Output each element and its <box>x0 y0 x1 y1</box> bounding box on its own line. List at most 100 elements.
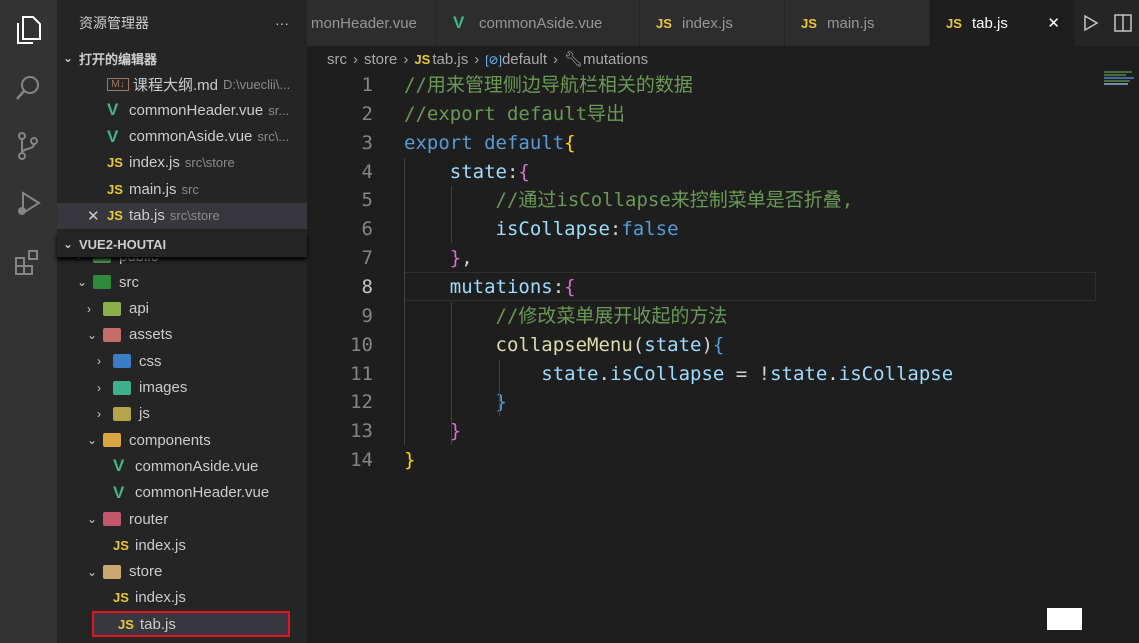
chevron-right-icon: › <box>403 50 409 68</box>
folder-item[interactable]: ⌄ src <box>57 269 307 295</box>
code-line: collapseMenu(state){ <box>404 331 725 360</box>
file-item[interactable]: JS index.js <box>57 532 307 558</box>
open-editor-item[interactable]: VcommonAside.vue src\... <box>57 124 307 150</box>
code-token: collapseMenu <box>495 333 633 356</box>
file-item[interactable]: VcommonHeader.vue <box>57 480 307 506</box>
folder-icon <box>103 512 121 526</box>
code-token: { <box>712 333 725 356</box>
more-actions-button[interactable]: ··· <box>275 15 289 31</box>
run-debug-icon[interactable] <box>10 186 46 222</box>
folder-item[interactable]: ⌄ assets <box>57 322 307 348</box>
file-name: index.js <box>135 536 186 554</box>
code-line: mutations:{ <box>404 273 576 302</box>
file-name: src <box>119 273 139 291</box>
tab-label: monHeader.vue <box>311 14 417 32</box>
line-number: 7 <box>361 247 373 270</box>
code-token: , <box>461 247 473 270</box>
js-icon: JS <box>107 208 123 223</box>
file-item[interactable]: JS index.js <box>57 585 307 611</box>
code-token: state <box>644 333 702 356</box>
breadcrumb-item[interactable]: 🔧︎mutations <box>564 50 648 68</box>
breadcrumb-item[interactable]: JS tab.js <box>414 51 468 68</box>
run-icon[interactable] <box>1083 14 1099 32</box>
js-icon: JS <box>113 590 129 606</box>
chevron-right-icon: › <box>353 50 358 68</box>
minimap[interactable] <box>1104 70 1136 95</box>
chevron-down-icon: ⌄ <box>63 237 74 251</box>
code-token: { <box>518 160 530 183</box>
code-line: export default{ <box>404 129 576 158</box>
line-number: 12 <box>350 391 373 414</box>
folder-item[interactable]: ⌄ router <box>57 506 307 532</box>
folder-item[interactable]: ⌄ components <box>57 427 307 453</box>
breadcrumb-item[interactable]: src <box>327 51 347 68</box>
tab-label: index.js <box>682 14 733 32</box>
file-path: D:\vueclii\... <box>223 76 291 92</box>
source-control-icon[interactable] <box>10 128 46 164</box>
code-token: : <box>609 218 622 241</box>
open-editor-item[interactable]: ✕ JS tab.js src\store <box>57 202 307 229</box>
js-icon: JS <box>107 155 123 171</box>
folder-icon <box>113 380 131 395</box>
open-editor-item[interactable]: JS index.js src\store <box>57 150 307 176</box>
file-name: assets <box>129 326 173 344</box>
code-token: = ! <box>724 362 771 385</box>
tab-main-js[interactable]: JS main.js <box>785 0 930 46</box>
breadcrumb: src › store › JS tab.js › [⊘]default › 🔧︎mutation… <box>327 48 648 70</box>
open-editor-item[interactable]: M↓ 课程大纲.md D:\vueclii\... <box>57 71 307 97</box>
explorer-icon[interactable] <box>10 12 46 48</box>
vue-icon: V <box>113 482 125 502</box>
line-number: 2 <box>361 102 373 125</box>
code-line: state:{ <box>404 158 530 187</box>
close-icon[interactable]: ✕ <box>87 207 100 225</box>
line-number: 14 <box>350 449 373 472</box>
code-line: isCollapse:false <box>404 215 679 244</box>
chevron-down-icon: ⌄ <box>87 564 98 579</box>
chevron-right-icon: › <box>97 406 101 421</box>
folder-icon <box>93 275 111 290</box>
open-editors-header[interactable]: ⌄ 打开的编辑器 <box>57 45 307 71</box>
folder-item[interactable]: › public <box>57 257 307 269</box>
folder-item[interactable]: › images <box>57 375 307 401</box>
close-tab-icon[interactable]: ✕ <box>1047 14 1060 32</box>
line-number: 5 <box>361 189 373 212</box>
folder-item[interactable]: ⌄ store <box>57 559 307 585</box>
code-token: //修改菜单展开收起的方法 <box>495 304 728 327</box>
folder-item[interactable]: › api <box>57 296 307 322</box>
file-name: main.js <box>129 180 177 198</box>
tab-monHeader-vue[interactable]: monHeader.vue <box>307 0 437 46</box>
extensions-icon[interactable] <box>10 244 46 280</box>
file-item[interactable]: VcommonAside.vue <box>57 453 307 479</box>
line-number: 1 <box>361 74 373 96</box>
tab-index-js[interactable]: JS index.js <box>640 0 785 46</box>
open-editor-item[interactable]: VcommonHeader.vue sr... <box>57 97 307 123</box>
folder-item[interactable]: › js <box>57 401 307 427</box>
open-editor-item[interactable]: JS main.js src <box>57 176 307 202</box>
tab-tab-js[interactable]: JS tab.js ✕ <box>930 0 1075 46</box>
code-line: } <box>404 388 507 417</box>
folder-item[interactable]: › css <box>57 348 307 374</box>
file-name: store <box>129 563 163 581</box>
tab-bar: monHeader.vue VcommonAside.vue JS index.js J… <box>307 0 1139 46</box>
file-name: 课程大纲.md <box>133 76 219 94</box>
floating-widget[interactable] <box>1047 608 1082 630</box>
code-token: ( <box>632 333 645 356</box>
code-token: default <box>484 131 565 154</box>
js-icon: JS <box>107 181 123 197</box>
split-editor-icon[interactable] <box>1113 14 1132 32</box>
code-line: } <box>404 417 461 446</box>
file-name: images <box>139 379 188 396</box>
tab-commonAside-vue[interactable]: VcommonAside.vue <box>437 0 640 46</box>
breadcrumb-item[interactable]: [⊘]default <box>485 51 547 68</box>
project-header[interactable]: ⌄ VUE2-HOUTAI <box>57 231 307 257</box>
js-icon: JS <box>414 51 431 67</box>
file-item[interactable]: JS tab.js <box>92 611 290 638</box>
code-line: //用来管理侧边导航栏相关的数据 <box>404 71 693 100</box>
code-token: state <box>449 160 507 183</box>
search-icon[interactable] <box>10 70 46 106</box>
code-token: isCollapse <box>609 362 725 385</box>
breadcrumb-item[interactable]: store <box>364 51 397 68</box>
